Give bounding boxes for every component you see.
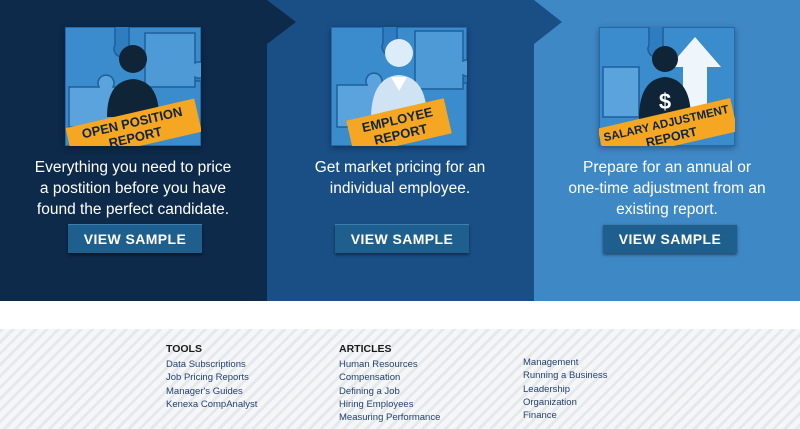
footer-link[interactable]: Defining a Job [339, 385, 440, 398]
open-position-panel: OPEN POSITION REPORT Everything you need… [0, 0, 266, 301]
open-position-description: Everything you need to price a postition… [6, 157, 260, 220]
footer-link[interactable]: Manager's Guides [166, 385, 257, 398]
view-sample-employee-button[interactable]: VIEW SAMPLE [335, 224, 469, 253]
employee-description: Get market pricing for an individual emp… [273, 157, 527, 199]
footer-tools-heading: TOOLS [166, 343, 202, 355]
description-line: Prepare for an annual or [582, 159, 752, 176]
footer-articles-heading: ARTICLES [339, 343, 392, 355]
salary-adjustment-report-image[interactable]: $ SALARY ADJUSTMENT REPORT [599, 27, 735, 146]
employee-panel: EMPLOYEE REPORT Get market pricing for a… [267, 0, 533, 301]
view-sample-open-position-button[interactable]: VIEW SAMPLE [68, 224, 202, 253]
employee-report-image[interactable]: EMPLOYEE REPORT [331, 27, 467, 146]
description-line: found the perfect candidate. [36, 201, 230, 218]
view-sample-salary-adjustment-button[interactable]: VIEW SAMPLE [603, 224, 737, 253]
open-position-report-image[interactable]: OPEN POSITION REPORT [65, 27, 201, 146]
footer-link[interactable]: Finance [523, 409, 608, 422]
salary-adjustment-panel: $ SALARY ADJUSTMENT REPORT Prepare for a… [534, 0, 800, 301]
hero-banner: OPEN POSITION REPORT Everything you need… [0, 0, 800, 301]
footer-link[interactable]: Measuring Performance [339, 411, 440, 424]
footer-link[interactable]: Running a Business [523, 369, 608, 382]
footer-link[interactable]: Leadership [523, 383, 608, 396]
description-line: one-time adjustment from an [568, 180, 766, 197]
footer-link[interactable]: Data Subscriptions [166, 358, 257, 371]
description-line: a postition before you have [39, 180, 227, 197]
footer-link[interactable]: Compensation [339, 371, 440, 384]
footer-tools-column: TOOLS Data Subscriptions Job Pricing Rep… [166, 343, 257, 411]
footer: TOOLS Data Subscriptions Job Pricing Rep… [0, 329, 800, 429]
footer-link[interactable]: Job Pricing Reports [166, 371, 257, 384]
description-line: individual employee. [329, 180, 471, 197]
description-line: Everything you need to price [34, 159, 232, 176]
footer-more-column: Management Running a Business Leadership… [523, 356, 608, 422]
footer-link[interactable]: Organization [523, 396, 608, 409]
footer-link[interactable]: Hiring Employees [339, 398, 440, 411]
salary-adjustment-description: Prepare for an annual or one-time adjust… [540, 157, 794, 220]
footer-articles-column: ARTICLES Human Resources Compensation De… [339, 343, 440, 424]
dollar-sign-icon: $ [659, 89, 671, 114]
footer-link[interactable]: Management [523, 356, 608, 369]
footer-link[interactable]: Human Resources [339, 358, 440, 371]
description-line: existing report. [616, 201, 718, 218]
description-line: Get market pricing for an [314, 159, 486, 176]
footer-link[interactable]: Kenexa CompAnalyst [166, 398, 257, 411]
